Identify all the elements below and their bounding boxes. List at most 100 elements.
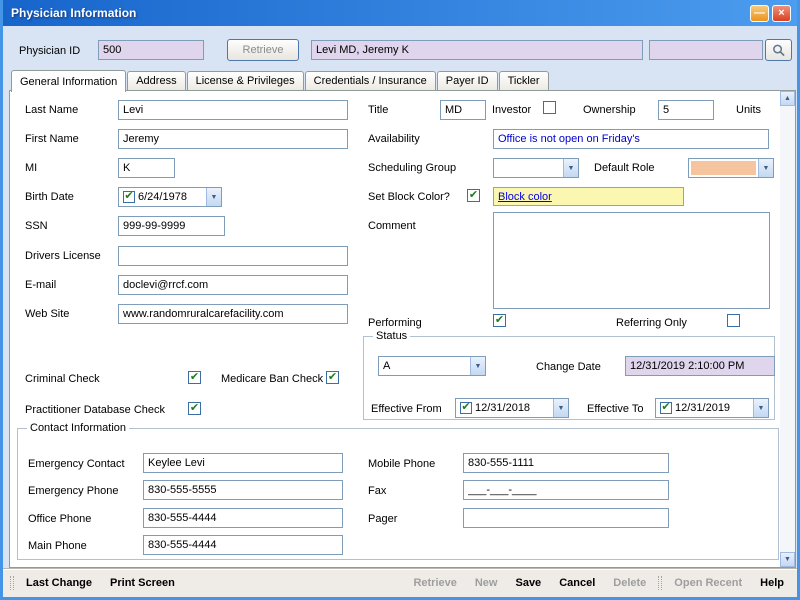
titlebar: Physician Information — ×: [3, 0, 797, 26]
comment-field[interactable]: [493, 212, 770, 309]
scroll-down-icon[interactable]: ▼: [780, 552, 795, 567]
email-label: E-mail: [25, 278, 56, 292]
quick-search-field[interactable]: [649, 40, 763, 60]
tab-credentials-insurance[interactable]: Credentials / Insurance: [305, 71, 436, 90]
set-block-color-checkbox[interactable]: ✔: [467, 189, 480, 202]
birth-date-value: 6/24/1978: [138, 191, 206, 203]
help-button[interactable]: Help: [751, 577, 793, 589]
scheduling-group-label: Scheduling Group: [368, 161, 456, 175]
effective-from-value: 12/31/2018: [475, 402, 553, 414]
office-phone-field[interactable]: [143, 508, 343, 528]
check-icon: ✔: [469, 190, 478, 201]
toolbar-grip: [658, 576, 662, 590]
birth-date-label: Birth Date: [25, 190, 74, 204]
new-button[interactable]: New: [466, 577, 507, 589]
physician-id-label: Physician ID: [19, 44, 80, 58]
block-color-link[interactable]: Block color: [498, 191, 552, 203]
web-site-field[interactable]: [118, 304, 348, 324]
drivers-license-field[interactable]: [118, 246, 348, 266]
effective-from-label: Effective From: [371, 402, 442, 416]
physician-name-field[interactable]: [311, 40, 643, 60]
effective-to-checkbox[interactable]: ✔: [660, 402, 672, 414]
default-role-dropdown[interactable]: ▼: [688, 158, 774, 178]
mi-field[interactable]: [118, 158, 175, 178]
scheduling-group-dropdown[interactable]: ▼: [493, 158, 579, 178]
change-date-field[interactable]: [625, 356, 775, 376]
ownership-label: Ownership: [583, 103, 636, 117]
fax-label: Fax: [368, 484, 386, 498]
chevron-down-icon[interactable]: ▼: [470, 357, 485, 375]
tab-payer-id[interactable]: Payer ID: [437, 71, 498, 90]
minimize-button[interactable]: —: [750, 5, 769, 22]
criminal-check-checkbox[interactable]: ✔: [188, 371, 201, 384]
effective-from-picker[interactable]: ✔ 12/31/2018 ▼: [455, 398, 569, 418]
retrieve-footer-button[interactable]: Retrieve: [404, 577, 465, 589]
window-controls: — ×: [750, 5, 791, 22]
check-icon: ✔: [190, 403, 199, 414]
referring-only-checkbox[interactable]: [727, 314, 740, 327]
chevron-down-icon[interactable]: ▼: [758, 159, 773, 177]
close-button[interactable]: ×: [772, 5, 791, 22]
check-icon: ✔: [461, 402, 470, 413]
title-label: Title: [368, 103, 388, 117]
availability-field[interactable]: [493, 129, 769, 149]
chevron-down-icon[interactable]: ▼: [553, 399, 568, 417]
investor-checkbox[interactable]: [543, 101, 556, 114]
chevron-down-icon[interactable]: ▼: [206, 188, 221, 206]
cancel-button[interactable]: Cancel: [550, 577, 604, 589]
performing-checkbox[interactable]: ✔: [493, 314, 506, 327]
last-name-field[interactable]: [118, 100, 348, 120]
title-field[interactable]: [440, 100, 486, 120]
pager-label: Pager: [368, 512, 397, 526]
check-icon: ✔: [190, 372, 199, 383]
print-screen-button[interactable]: Print Screen: [101, 577, 184, 589]
chevron-down-icon[interactable]: ▼: [753, 399, 768, 417]
effective-from-checkbox[interactable]: ✔: [460, 402, 472, 414]
pager-field[interactable]: [463, 508, 669, 528]
tab-label: Tickler: [508, 75, 540, 87]
main-phone-field[interactable]: [143, 535, 343, 555]
status-dropdown[interactable]: A ▼: [378, 356, 486, 376]
open-recent-button[interactable]: Open Recent: [665, 577, 751, 589]
scroll-up-icon[interactable]: ▲: [780, 91, 795, 106]
mobile-phone-label: Mobile Phone: [368, 457, 435, 471]
birth-date-checkbox[interactable]: ✔: [123, 191, 135, 203]
tab-general-information[interactable]: General Information: [11, 70, 126, 92]
emergency-contact-field[interactable]: [143, 453, 343, 473]
retrieve-button[interactable]: Retrieve: [227, 39, 299, 61]
tab-address[interactable]: Address: [127, 71, 185, 90]
tab-bar: General Information Address License & Pr…: [11, 69, 549, 91]
medicare-ban-check-checkbox[interactable]: ✔: [326, 371, 339, 384]
effective-to-picker[interactable]: ✔ 12/31/2019 ▼: [655, 398, 769, 418]
contact-information-legend: Contact Information: [27, 422, 129, 434]
tab-label: Credentials / Insurance: [314, 75, 427, 87]
ssn-field[interactable]: [118, 216, 225, 236]
last-change-button[interactable]: Last Change: [17, 577, 101, 589]
email-field[interactable]: [118, 275, 348, 295]
tab-license-privileges[interactable]: License & Privileges: [187, 71, 304, 90]
check-icon: ✔: [661, 402, 670, 413]
default-role-label: Default Role: [594, 161, 655, 175]
tab-label: Address: [136, 75, 176, 87]
search-button[interactable]: [765, 39, 792, 61]
birth-date-picker[interactable]: ✔ 6/24/1978 ▼: [118, 187, 222, 207]
ownership-field[interactable]: [658, 100, 714, 120]
referring-only-label: Referring Only: [616, 316, 687, 330]
block-color-field: Block color: [493, 187, 684, 206]
performing-label: Performing: [368, 316, 422, 330]
mobile-phone-field[interactable]: [463, 453, 669, 473]
save-button[interactable]: Save: [506, 577, 550, 589]
vertical-scrollbar[interactable]: ▲ ▼: [780, 91, 795, 567]
delete-button[interactable]: Delete: [604, 577, 655, 589]
physician-id-field[interactable]: [98, 40, 204, 60]
main-phone-label: Main Phone: [28, 539, 87, 553]
chevron-down-icon[interactable]: ▼: [563, 159, 578, 177]
first-name-field[interactable]: [118, 129, 348, 149]
practitioner-database-check-checkbox[interactable]: ✔: [188, 402, 201, 415]
last-name-label: Last Name: [25, 103, 78, 117]
tab-tickler[interactable]: Tickler: [499, 71, 549, 90]
fax-field[interactable]: [463, 480, 669, 500]
effective-to-label: Effective To: [587, 402, 643, 416]
toolbar-grip: [10, 576, 14, 590]
emergency-phone-field[interactable]: [143, 480, 343, 500]
